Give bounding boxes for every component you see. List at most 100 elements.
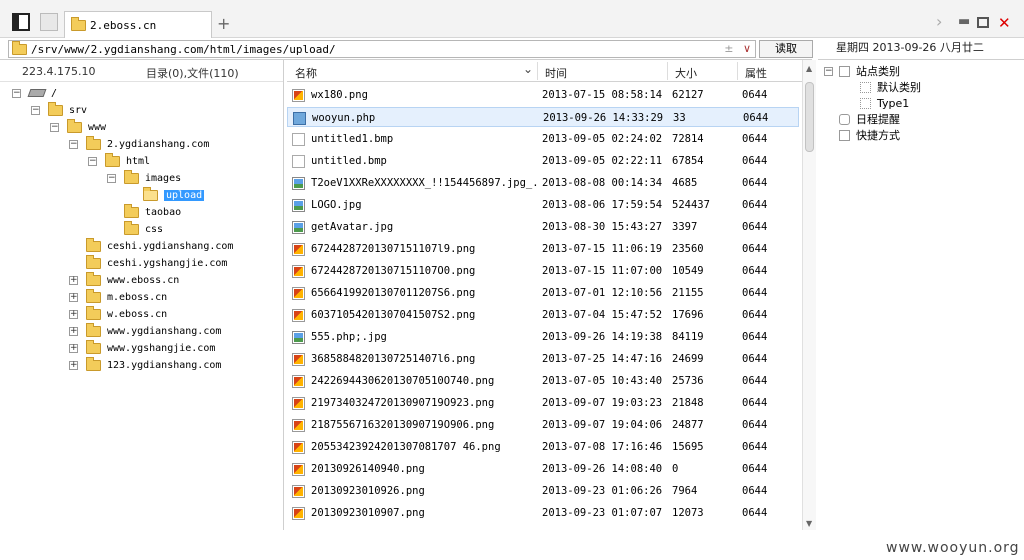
- expand-icon[interactable]: +: [69, 326, 78, 336]
- file-attr: 0644: [742, 485, 768, 497]
- column-divider[interactable]: [667, 62, 668, 80]
- path-input[interactable]: /srv/www/2.ygdianshang.com/html/images/u…: [8, 40, 756, 58]
- category-item[interactable]: Type1: [860, 95, 909, 111]
- file-row[interactable]: 65664199201307011207S6.png 2013-07-01 12:…: [287, 283, 799, 303]
- scroll-thumb[interactable]: [805, 82, 814, 152]
- chevron-right-icon[interactable]: ›: [936, 12, 942, 31]
- expand-icon[interactable]: +: [69, 343, 78, 353]
- file-row[interactable]: 20130923010907.png 2013-09-23 01:07:07 120…: [287, 503, 799, 523]
- expand-icon[interactable]: +: [69, 292, 78, 302]
- maximize-button[interactable]: [977, 17, 989, 28]
- file-row[interactable]: untitled1.bmp 2013-09-05 02:24:02 72814 064…: [287, 129, 799, 149]
- file-row[interactable]: wooyun.php 2013-09-26 14:33:29 33 0644: [287, 107, 799, 127]
- file-list-scrollbar[interactable]: ▲ ▼: [802, 60, 816, 530]
- file-row[interactable]: 20553423924201307081707 46.png 2013-07-08…: [287, 437, 799, 457]
- close-button[interactable]: ✕: [998, 14, 1011, 32]
- file-size: 15695: [672, 441, 704, 453]
- tree-node[interactable]: + m.eboss.cn: [69, 288, 167, 305]
- category-item[interactable]: 默认类别: [860, 79, 921, 95]
- file-name: 20130923010926.png: [311, 485, 425, 497]
- column-header-attr[interactable]: 属性: [745, 65, 767, 81]
- tree-node[interactable]: + w.eboss.cn: [69, 305, 167, 322]
- tree-node[interactable]: − www: [50, 118, 106, 135]
- tree-node[interactable]: − srv: [31, 101, 87, 118]
- file-attr: 0644: [742, 419, 768, 431]
- file-row[interactable]: 555.php;.jpg 2013-09-26 14:19:38 84119 0644: [287, 327, 799, 347]
- tree-node[interactable]: + www.ygshangjie.com: [69, 339, 215, 356]
- blank-tab-icon[interactable]: [40, 13, 58, 31]
- file-size: 4685: [672, 177, 698, 189]
- tree-node[interactable]: − /: [12, 85, 57, 101]
- file-attr: 0644: [742, 353, 768, 365]
- sort-chevron-icon[interactable]: ⌄: [523, 62, 533, 76]
- chevron-down-icon[interactable]: ∨: [743, 42, 751, 55]
- pin-icon[interactable]: ±: [724, 42, 733, 55]
- expand-icon[interactable]: +: [69, 275, 78, 285]
- tree-node[interactable]: − html: [88, 152, 150, 169]
- tree-node[interactable]: taobao: [107, 203, 181, 220]
- directory-tree-pane: 223.4.175.10 目录(0),文件(110) − / − srv − www −2.…: [0, 60, 284, 530]
- tree-node-label: ceshi.ygshangjie.com: [107, 257, 228, 269]
- tree-node[interactable]: ceshi.ygshangjie.com: [69, 254, 228, 271]
- collapse-icon[interactable]: −: [50, 122, 59, 132]
- title-bar: 2.eboss.cn + › ▬ ✕: [0, 0, 1024, 38]
- file-row[interactable]: wx180.png 2013-07-15 08:58:14 62127 0644: [287, 85, 799, 105]
- file-attr: 0644: [743, 112, 769, 124]
- file-row[interactable]: 218755671632013090719O906.png 2013-09-07 …: [287, 415, 799, 435]
- column-header-name[interactable]: 名称: [295, 65, 317, 81]
- file-attr: 0644: [742, 177, 768, 189]
- png-file-icon: [292, 287, 305, 300]
- collapse-icon[interactable]: −: [12, 88, 21, 98]
- column-header-time[interactable]: 时间: [545, 65, 567, 81]
- tree-node[interactable]: − images: [107, 169, 181, 186]
- tab-active[interactable]: 2.eboss.cn: [64, 11, 212, 38]
- category-item[interactable]: 日程提醒: [824, 111, 900, 127]
- folder-icon: [12, 41, 27, 55]
- file-row[interactable]: untitled.bmp 2013-09-05 02:22:11 67854 0644: [287, 151, 799, 171]
- file-row[interactable]: getAvatar.jpg 2013-08-30 15:43:27 3397 0644: [287, 217, 799, 237]
- file-row[interactable]: 67244287201307151107l9.png 2013-07-15 11:…: [287, 239, 799, 259]
- tree-node[interactable]: +123.ygdianshang.com: [69, 356, 221, 373]
- date-display: 星期四 2013-09-26 八月廿二: [818, 38, 1024, 60]
- new-tab-button[interactable]: +: [217, 14, 230, 33]
- tree-node[interactable]: − 2.ygdianshang.com: [69, 135, 209, 152]
- tree-node[interactable]: upload: [126, 186, 205, 203]
- file-row[interactable]: LOGO.jpg 2013-08-06 17:59:54 524437 0644: [287, 195, 799, 215]
- file-time: 2013-07-05 10:43:40: [542, 375, 663, 387]
- file-row[interactable]: T2oeV1XXReXXXXXXXX_!!154456897.jpg_... 20…: [287, 173, 799, 193]
- folder-icon: [86, 237, 101, 252]
- collapse-icon[interactable]: −: [824, 66, 833, 76]
- tree-node[interactable]: + www.eboss.cn: [69, 271, 179, 288]
- tree-node[interactable]: ceshi.ygdianshang.com: [69, 237, 233, 254]
- collapse-icon[interactable]: −: [107, 173, 116, 183]
- file-row[interactable]: 67244287201307151107O0.png 2013-07-15 11:…: [287, 261, 799, 281]
- tree-node[interactable]: + www.ygdianshang.com: [69, 322, 221, 339]
- read-button[interactable]: 读取: [759, 40, 813, 58]
- column-divider[interactable]: [737, 62, 738, 80]
- expand-icon[interactable]: +: [69, 360, 78, 370]
- column-divider[interactable]: [537, 62, 538, 80]
- jpg-file-icon: [292, 331, 305, 344]
- collapse-icon[interactable]: −: [31, 105, 40, 115]
- scroll-up-icon[interactable]: ▲: [806, 64, 812, 73]
- app-menu-icon[interactable]: [12, 13, 30, 31]
- collapse-icon[interactable]: −: [88, 156, 97, 166]
- file-row[interactable]: 242269443062013070510O740.png 2013-07-05 …: [287, 371, 799, 391]
- folder-icon: [71, 16, 86, 31]
- file-row[interactable]: 60371054201307041507S2.png 2013-07-04 15:…: [287, 305, 799, 325]
- file-row[interactable]: 20130923010926.png 2013-09-23 01:06:26 796…: [287, 481, 799, 501]
- minimize-button[interactable]: ▬: [958, 14, 970, 29]
- collapse-icon[interactable]: −: [69, 139, 78, 149]
- tree-node-label: upload: [164, 189, 205, 201]
- tree-node[interactable]: css: [107, 220, 163, 237]
- expand-icon[interactable]: +: [69, 309, 78, 319]
- folder-icon: [48, 101, 63, 116]
- category-item[interactable]: − 站点类别: [824, 63, 900, 79]
- file-row[interactable]: 36858848201307251407l6.png 2013-07-25 14:…: [287, 349, 799, 369]
- scroll-down-icon[interactable]: ▼: [806, 519, 812, 528]
- column-header-size[interactable]: 大小: [675, 65, 697, 81]
- file-row[interactable]: 20130926140940.png 2013-09-26 14:08:40 0 06…: [287, 459, 799, 479]
- category-item[interactable]: 快捷方式: [824, 127, 900, 143]
- file-row[interactable]: 219734032472013090719O923.png 2013-09-07 …: [287, 393, 799, 413]
